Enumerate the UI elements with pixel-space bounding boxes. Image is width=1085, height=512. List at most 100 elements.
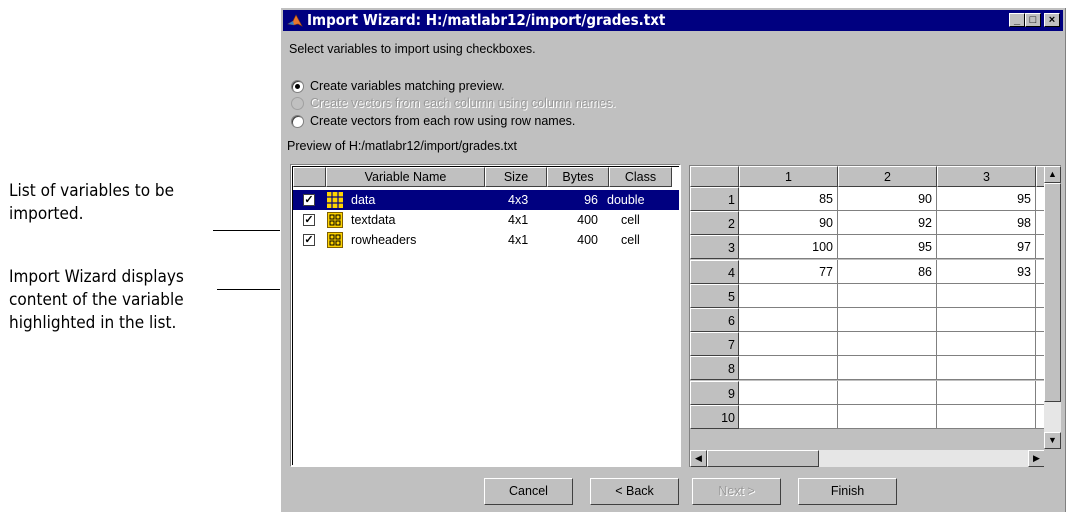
cancel-button[interactable]: Cancel <box>484 478 573 505</box>
column-header-checkbox[interactable] <box>293 167 326 187</box>
grid-cell[interactable] <box>937 308 1036 332</box>
variable-name: rowheaders <box>351 233 417 247</box>
scroll-up-arrow-icon[interactable]: ▲ <box>1044 166 1061 183</box>
vertical-scrollbar[interactable]: ▲ ▼ <box>1044 166 1061 449</box>
grid-cell[interactable] <box>739 332 838 357</box>
grid-row-header[interactable]: 5 <box>690 283 739 308</box>
column-header-bytes[interactable]: Bytes <box>547 167 609 187</box>
scroll-right-arrow-icon[interactable]: ▶ <box>1028 450 1045 467</box>
matrix-icon <box>327 192 343 208</box>
variables-list-callout: List of variables to be imported. <box>9 180 174 226</box>
variable-bytes: 400 <box>577 233 598 247</box>
callout-line: List of variables to be <box>9 181 175 201</box>
variable-row-data[interactable]: ✓ data 4x3 96 double <box>293 190 679 210</box>
column-header-variable-name[interactable]: Variable Name <box>326 167 485 187</box>
maximize-button[interactable]: □ <box>1025 13 1041 27</box>
preview-grid[interactable]: 1 2 3 1 85 90 95 2 90 92 98 3 100 95 97 4 77 86 93 5 6 7 8 9… <box>689 165 1061 467</box>
grid-cell[interactable] <box>937 332 1036 357</box>
variable-list[interactable]: Variable Name Size Bytes Class ✓ data 4x… <box>290 164 681 467</box>
import-wizard-window: Import Wizard: H:/matlabr12/import/grade… <box>280 7 1066 512</box>
variable-class: cell <box>621 213 640 227</box>
grid-cell[interactable] <box>838 380 937 405</box>
grid-cell[interactable] <box>937 380 1036 405</box>
grid-cell[interactable]: 100 <box>739 235 838 260</box>
callout-line: imported. <box>9 204 84 224</box>
grid-row-header[interactable]: 3 <box>690 235 739 260</box>
grid-cell[interactable] <box>937 356 1036 381</box>
close-button[interactable]: × <box>1044 13 1060 27</box>
option-create-matching[interactable]: Create variables matching preview. <box>291 77 505 95</box>
back-button[interactable]: < Back <box>590 478 679 505</box>
title-bar[interactable]: Import Wizard: H:/matlabr12/import/grade… <box>283 10 1063 31</box>
grid-cell[interactable]: 93 <box>937 259 1036 284</box>
preview-label: Preview of H:/matlabr12/import/grades.tx… <box>287 139 517 153</box>
variable-name: textdata <box>351 213 396 227</box>
option-column-vectors[interactable]: Create vectors from each column using co… <box>291 94 616 112</box>
grid-row-header[interactable]: 10 <box>690 404 739 429</box>
grid-cell[interactable]: 85 <box>739 187 838 211</box>
grid-cell[interactable]: 77 <box>739 259 838 284</box>
column-header-size[interactable]: Size <box>485 167 547 187</box>
grid-cell[interactable] <box>739 283 838 308</box>
grid-row-header[interactable]: 6 <box>690 308 739 332</box>
grid-cell[interactable] <box>838 283 937 308</box>
grid-row-header[interactable]: 4 <box>690 259 739 284</box>
column-header-class[interactable]: Class <box>609 167 672 187</box>
vertical-scroll-thumb[interactable] <box>1044 183 1061 402</box>
import-checkbox[interactable]: ✓ <box>303 234 315 246</box>
grid-cell[interactable] <box>838 308 937 332</box>
grid-cell[interactable]: 98 <box>937 211 1036 236</box>
grid-column-header[interactable]: 3 <box>937 166 1036 187</box>
grid-cell[interactable]: 95 <box>838 235 937 260</box>
option-row-vectors[interactable]: Create vectors from each row using row n… <box>291 112 575 130</box>
grid-cell[interactable]: 97 <box>937 235 1036 260</box>
grid-corner <box>690 166 739 187</box>
grid-cell[interactable] <box>739 308 838 332</box>
radio-button-disabled[interactable] <box>291 96 304 110</box>
grid-cell[interactable]: 86 <box>838 259 937 284</box>
variable-class: double <box>607 193 645 207</box>
grid-column-header[interactable]: 1 <box>739 166 838 187</box>
grid-cell[interactable] <box>937 404 1036 429</box>
grid-cell[interactable] <box>937 283 1036 308</box>
variable-size: 4x3 <box>508 193 529 207</box>
grid-row-header[interactable]: 7 <box>690 332 739 357</box>
next-button[interactable]: Next > <box>692 478 781 505</box>
grid-cell[interactable] <box>739 404 838 429</box>
grid-cell[interactable]: 90 <box>838 187 937 211</box>
grid-cell[interactable]: 92 <box>838 211 937 236</box>
scroll-down-arrow-icon[interactable]: ▼ <box>1044 432 1061 449</box>
instructions-text: Select variables to import using checkbo… <box>289 42 536 56</box>
callout-line: Import Wizard displays <box>9 267 184 287</box>
grid-cell[interactable] <box>838 332 937 357</box>
grid-row-header[interactable]: 2 <box>690 211 739 236</box>
grid-row-header[interactable]: 9 <box>690 380 739 405</box>
grid-cell[interactable] <box>838 356 937 381</box>
scrollbar-corner <box>1044 450 1061 467</box>
grid-cell[interactable]: 90 <box>739 211 838 236</box>
option-label: Create variables matching preview. <box>310 79 505 93</box>
radio-button[interactable] <box>291 114 304 128</box>
finish-button[interactable]: Finish <box>798 478 897 505</box>
variable-row-rowheaders[interactable]: ✓ rowheaders 4x1 400 cell <box>293 230 679 250</box>
import-checkbox[interactable]: ✓ <box>303 194 315 206</box>
variable-content-callout: Import Wizard displays content of the va… <box>9 266 184 335</box>
grid-cell[interactable]: 95 <box>937 187 1036 211</box>
grid-cell[interactable] <box>739 380 838 405</box>
scroll-left-arrow-icon[interactable]: ◀ <box>690 450 707 467</box>
grid-row-header[interactable]: 8 <box>690 356 739 381</box>
horizontal-scrollbar[interactable]: ◀ ▶ <box>690 450 1045 467</box>
grid-cell[interactable] <box>838 404 937 429</box>
grid-cell[interactable] <box>739 356 838 381</box>
close-icon: × <box>1048 14 1056 26</box>
cell-icon <box>327 212 343 228</box>
variable-row-textdata[interactable]: ✓ textdata 4x1 400 cell <box>293 210 679 230</box>
horizontal-scroll-thumb[interactable] <box>707 450 819 467</box>
grid-column-header[interactable]: 2 <box>838 166 937 187</box>
grid-row-header[interactable]: 1 <box>690 187 739 211</box>
minimize-button[interactable]: _ <box>1009 13 1025 27</box>
callout-line: content of the variable <box>9 290 184 310</box>
radio-button-selected[interactable] <box>291 79 304 93</box>
option-label: Create vectors from each column using co… <box>310 96 616 110</box>
import-checkbox[interactable]: ✓ <box>303 214 315 226</box>
